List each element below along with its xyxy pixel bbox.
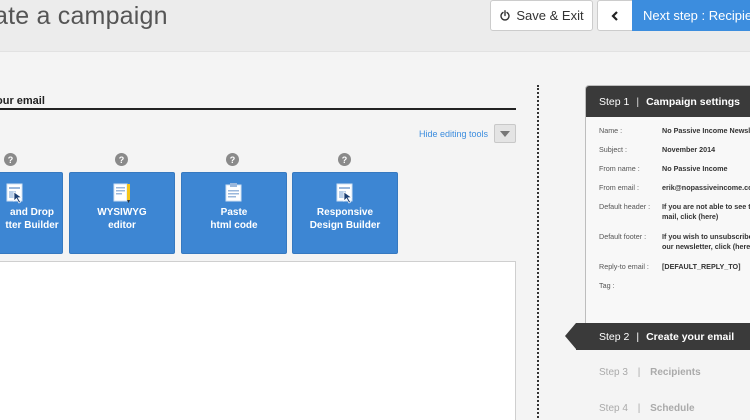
help-icon[interactable]: ? — [338, 153, 351, 166]
setting-value: erik@nopassiveincome.com — [662, 183, 750, 192]
setting-key: Default header : — [599, 202, 651, 211]
tool-label-line1: Responsive — [316, 207, 374, 218]
tool-label-line2: editor — [108, 220, 136, 231]
tool-label-line2: html code — [210, 220, 258, 231]
step1-settings-panel: Step 1 | Campaign settings Name : No Pas… — [585, 85, 750, 340]
step1-title: Campaign settings — [646, 95, 741, 108]
tool-label-line1: Paste — [220, 207, 248, 218]
step3-number: Step 3 — [599, 367, 628, 378]
setting-value: If you wish to unsubscribe from — [662, 232, 750, 241]
step2-title: Create your email — [646, 330, 735, 343]
step1-number: Step 1 — [599, 95, 630, 108]
tool-responsive-builder[interactable]: Responsive Design Builder — [292, 172, 398, 254]
drag-drop-builder-icon — [6, 183, 23, 204]
help-icon[interactable]: ? — [226, 153, 239, 166]
step-separator: | — [637, 403, 641, 414]
tool-label-line2: tter Builder — [5, 220, 59, 231]
current-step-arrow — [565, 323, 576, 349]
setting-key: From email : — [599, 183, 639, 192]
collapse-tools-button[interactable] — [494, 124, 516, 143]
tool-paste-html[interactable]: Paste html code — [181, 172, 287, 254]
tool-label-line1: and Drop — [10, 207, 54, 218]
help-icon[interactable]: ? — [115, 153, 128, 166]
step4-title: Schedule — [650, 403, 695, 414]
tool-label-line1: WYSIWYG — [97, 207, 147, 218]
step4-item[interactable]: Step 4 | Schedule — [599, 403, 695, 414]
page-title: ate a campaign — [0, 2, 168, 30]
setting-value: November 2014 — [662, 145, 716, 154]
setting-value-line2: our newsletter, click (here) — [662, 242, 750, 251]
setting-value: No Passive Income Newsletter — [662, 126, 750, 135]
step3-title: Recipients — [650, 367, 701, 378]
wysiwyg-editor-icon — [113, 183, 130, 203]
step1-header[interactable]: Step 1 | Campaign settings — [586, 86, 750, 117]
responsive-builder-icon — [336, 183, 353, 204]
section-title: our email — [0, 95, 45, 107]
help-icon[interactable]: ? — [4, 153, 17, 166]
step2-number: Step 2 — [599, 330, 630, 343]
step3-item[interactable]: Step 3 | Recipients — [599, 367, 701, 378]
tool-drag-drop-builder[interactable]: and Drop tter Builder — [0, 172, 63, 254]
save-exit-label: Save & Exit — [516, 8, 584, 23]
tool-label-line2: Design Builder — [309, 220, 381, 231]
setting-key: Reply-to email : — [599, 262, 649, 271]
setting-key: Name : — [599, 126, 623, 135]
step-separator: | — [636, 95, 640, 108]
top-header: ate a campaign Save & Exit Next step : R… — [0, 0, 750, 52]
email-editor-area[interactable] — [0, 261, 516, 420]
setting-value: If you are not able to see this — [662, 202, 750, 211]
tool-wysiwyg-editor[interactable]: WYSIWYG editor — [69, 172, 175, 254]
setting-value: No Passive Income — [662, 164, 728, 173]
step-separator: | — [636, 330, 640, 343]
caret-down-icon — [500, 130, 510, 137]
section-divider — [0, 108, 516, 110]
next-step-button[interactable]: Next step : Recipients — [632, 0, 750, 31]
step4-number: Step 4 — [599, 403, 628, 414]
step2-body: Step 2 | Create your email — [576, 323, 750, 350]
setting-key: Default footer : — [599, 232, 647, 241]
setting-key: From name : — [599, 164, 640, 173]
setting-key: Subject : — [599, 145, 627, 154]
power-icon — [500, 9, 511, 21]
setting-value: [DEFAULT_REPLY_TO] — [662, 262, 741, 271]
campaign-editor-page: ate a campaign Save & Exit Next step : R… — [0, 0, 750, 420]
hide-editing-tools-link[interactable]: Hide editing tools — [419, 129, 488, 139]
next-step-label: Next step : Recipients — [643, 8, 750, 23]
chevron-left-icon — [611, 10, 618, 21]
setting-key: Tag : — [599, 281, 615, 290]
column-divider — [537, 85, 539, 420]
save-exit-button[interactable]: Save & Exit — [490, 0, 593, 31]
paste-html-icon — [225, 183, 242, 202]
previous-step-button[interactable] — [597, 0, 633, 31]
step-separator: | — [637, 367, 641, 378]
setting-value-line2: mail, click (here) — [662, 212, 719, 221]
step2-current[interactable]: Step 2 | Create your email — [565, 323, 750, 350]
